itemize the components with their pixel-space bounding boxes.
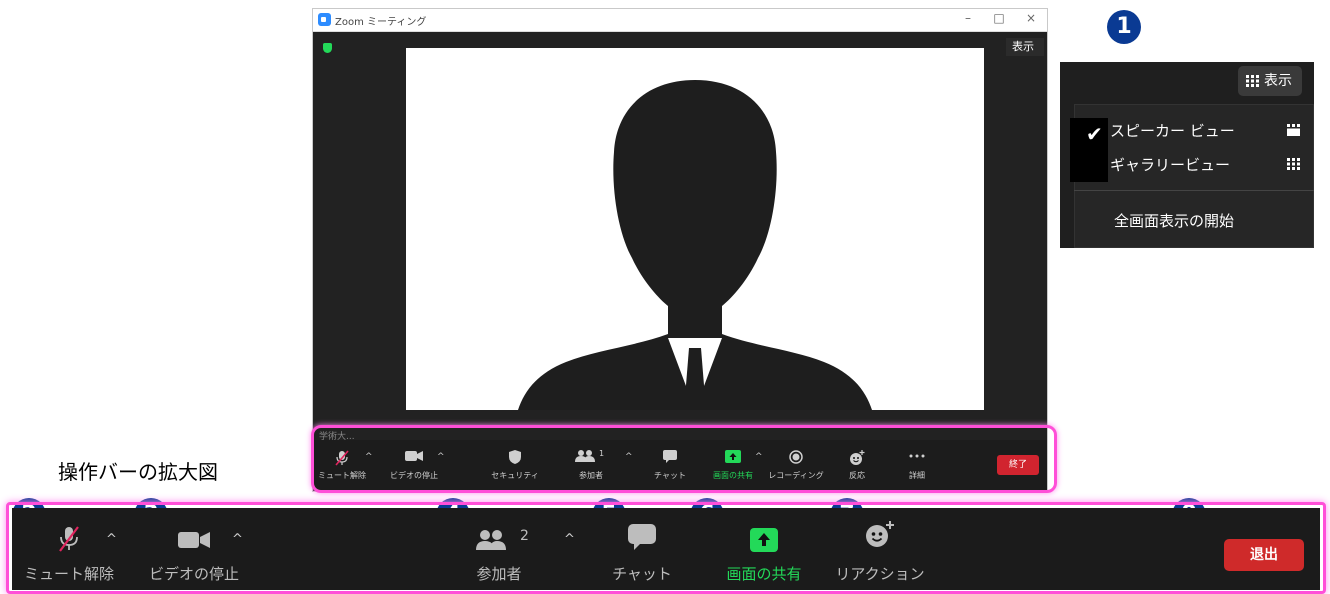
close-button[interactable]: × [1022,11,1040,25]
mini-toolbar-highlight [311,425,1057,493]
encryption-shield-icon [323,43,332,53]
maximize-button[interactable]: □ [990,11,1008,25]
zoom-logo-icon [318,13,331,26]
enlarged-toolbar-caption: 操作バーの拡大図 [58,460,218,484]
menu-view-button-label: 表示 [1264,73,1292,89]
view-button[interactable]: 表示 [1006,38,1044,56]
check-mark-icon: ✔ [1086,122,1103,146]
menu-item-fullscreen[interactable]: 全画面表示の開始 [1114,210,1234,231]
speaker-grid-icon [1287,124,1300,136]
person-silhouette-icon [518,80,872,410]
participant-video [406,48,984,410]
menu-divider [1074,190,1314,191]
zoom-window: Zoom ミーティング – □ × 表示 学術大... ミュート解除 ^ ビデオ… [312,8,1048,492]
enlarged-toolbar-highlight [6,502,1326,594]
gallery-grid-icon [1287,158,1300,170]
menu-item-gallery-view[interactable]: ギャラリービュー [1110,154,1230,175]
minimize-button[interactable]: – [959,11,977,25]
window-title: Zoom ミーティング [335,17,427,28]
menu-item-speaker-view[interactable]: スピーカー ビュー [1110,120,1235,141]
menu-view-button[interactable]: 表示 [1238,66,1302,96]
check-column: ✔ [1070,118,1108,182]
video-area: 表示 学術大... ミュート解除 ^ ビデオの停止 ^ セキュリティ 1 参加者… [313,32,1047,491]
view-menu-inset: 表示 ✔ スピーカー ビュー ギャラリービュー 全画面表示の開始 [1060,62,1314,248]
badge-1: 1 [1107,10,1141,44]
grid-icon [1246,75,1259,87]
title-bar: Zoom ミーティング – □ × [313,9,1047,32]
view-button-label: 表示 [1012,40,1034,53]
